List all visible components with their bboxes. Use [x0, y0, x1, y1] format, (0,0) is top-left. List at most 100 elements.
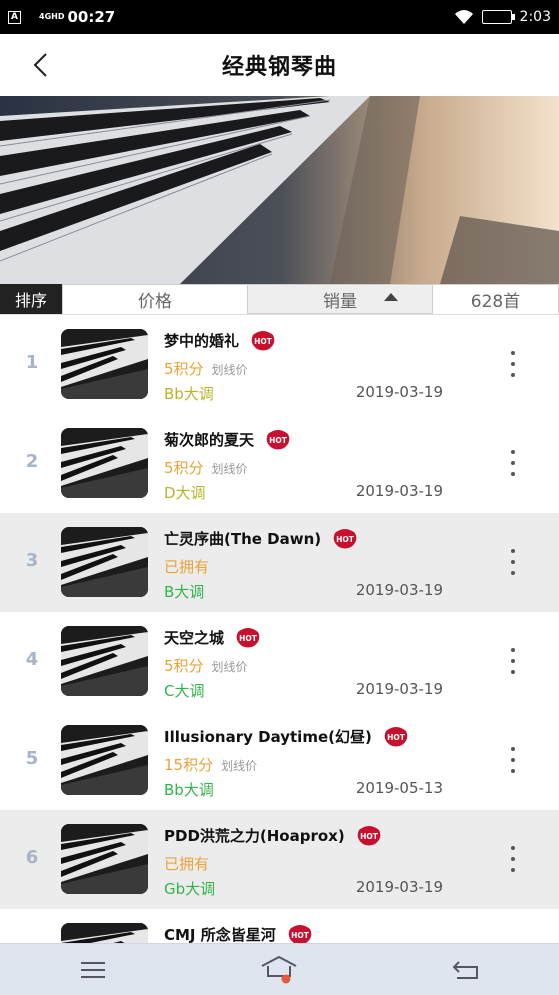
rank-number: 6: [25, 847, 39, 868]
nav-home-button[interactable]: [249, 950, 309, 990]
rank-number: 3: [25, 550, 39, 571]
song-title-row: 梦中的婚礼 HOT: [164, 329, 277, 351]
filter-bar: 排序 价格 销量 628首: [0, 284, 559, 315]
rank-number: 4: [25, 649, 39, 670]
song-title-row: 亡灵序曲(The Dawn) HOT: [164, 527, 359, 549]
bottom-nav-bar: [0, 943, 559, 995]
back-button[interactable]: [26, 50, 56, 80]
song-price: 5积分: [164, 459, 204, 477]
list-item[interactable]: 2 菊次郎的夏天 HOT 5积分 划线价 D大调 2019-03-19: [0, 414, 559, 513]
battery-icon: [481, 10, 515, 24]
sort-by-sales-button[interactable]: 销量: [247, 284, 433, 314]
price-row: 5积分 划线价: [164, 655, 248, 676]
price-row: 5积分 划线价: [164, 457, 248, 478]
menu-icon: [81, 961, 106, 978]
song-title-row: CMJ 所念皆星河 HOT: [164, 923, 314, 945]
more-options-button[interactable]: [505, 351, 521, 377]
song-date: 2019-03-19: [355, 383, 443, 401]
hot-text: HOT: [360, 832, 379, 841]
song-thumbnail: [61, 527, 148, 597]
song-title-row: 天空之城 HOT: [164, 626, 262, 648]
song-price: 5积分: [164, 657, 204, 675]
song-title: 天空之城: [164, 628, 225, 647]
song-key: Gb大调: [164, 880, 216, 898]
more-options-button[interactable]: [505, 450, 521, 476]
list-item[interactable]: 3 亡灵序曲(The Dawn) HOT 已拥有 B大调 2019-03-19: [0, 513, 559, 612]
wifi-icon: [454, 10, 473, 24]
price-row: 5积分 划线价: [164, 358, 248, 379]
song-price: 5积分: [164, 360, 204, 378]
song-price: 已拥有: [164, 855, 210, 873]
hot-text: HOT: [239, 634, 258, 643]
network-indicator: 4GHD: [39, 12, 65, 21]
hot-badge-icon: HOT: [286, 923, 314, 945]
song-thumbnail: [61, 626, 148, 696]
song-title: 菊次郎的夏天: [164, 430, 255, 449]
song-price: 15积分: [164, 756, 214, 774]
strike-price-label: 划线价: [211, 462, 248, 476]
status-time: 00:27: [67, 8, 116, 26]
list-item[interactable]: 1 梦中的婚礼 HOT 5积分 划线价 Bb大调 2019-03-19: [0, 315, 559, 414]
status-bar: A 4GHD 00:27 2:03: [0, 0, 559, 34]
list-item[interactable]: 6 PDD洪荒之力(Hoaprox) HOT 已拥有 Gb大调 2019-03-19: [0, 810, 559, 909]
home-icon: [262, 955, 297, 983]
hot-badge-icon: HOT: [331, 527, 359, 549]
sort-by-price-button[interactable]: 价格: [62, 284, 247, 314]
song-thumbnail: [61, 725, 148, 795]
nav-back-button[interactable]: [436, 950, 496, 990]
song-thumbnail: [61, 428, 148, 498]
list-item[interactable]: 4 天空之城 HOT 5积分 划线价 C大调 2019-03-19: [0, 612, 559, 711]
more-options-button[interactable]: [505, 846, 521, 872]
sort-by-sales-label: 销量: [323, 291, 357, 312]
song-key: D大调: [164, 484, 206, 502]
price-row: 15积分 划线价: [164, 754, 257, 775]
song-date: 2019-05-13: [355, 779, 443, 797]
song-title: 亡灵序曲(The Dawn): [164, 529, 322, 548]
song-title: Illusionary Daytime(幻昼): [164, 727, 372, 746]
more-options-button[interactable]: [505, 648, 521, 674]
hot-text: HOT: [254, 337, 273, 346]
top-header: 经典钢琴曲: [0, 34, 559, 96]
nav-menu-button[interactable]: [63, 950, 123, 990]
sort-ascending-icon: [384, 293, 398, 301]
strike-price-label: 划线价: [221, 759, 258, 773]
price-row: 已拥有: [164, 556, 209, 577]
hot-badge-icon: HOT: [264, 428, 292, 450]
rank-number: 1: [25, 352, 39, 373]
song-title-row: PDD洪荒之力(Hoaprox) HOT: [164, 824, 383, 846]
hot-badge-icon: HOT: [355, 824, 383, 846]
hot-text: HOT: [269, 436, 288, 445]
chevron-left-icon: [33, 53, 47, 77]
banner-image: [0, 96, 559, 284]
page-title: 经典钢琴曲: [221, 55, 337, 80]
song-count: 628首: [433, 284, 559, 314]
hot-text: HOT: [336, 535, 355, 544]
song-title: PDD洪荒之力(Hoaprox): [164, 826, 345, 845]
song-key: Bb大调: [164, 385, 214, 403]
battery-time: 2:03: [519, 9, 551, 25]
song-key: C大调: [164, 682, 205, 700]
strike-price-label: 划线价: [211, 660, 248, 674]
sort-label: 排序: [0, 284, 62, 314]
return-icon: [452, 960, 478, 979]
more-options-button[interactable]: [505, 549, 521, 575]
hot-text: HOT: [291, 931, 310, 940]
song-key: B大调: [164, 583, 205, 601]
song-key: Bb大调: [164, 781, 214, 799]
hot-badge-icon: HOT: [249, 329, 277, 351]
hot-text: HOT: [387, 733, 406, 742]
song-title-row: 菊次郎的夏天 HOT: [164, 428, 292, 450]
hot-badge-icon: HOT: [382, 725, 410, 747]
song-list: 1 梦中的婚礼 HOT 5积分 划线价 Bb大调 2019-03-19 2 菊次郎的夏天 HOT 5…: [0, 315, 559, 995]
song-date: 2019-03-19: [355, 482, 443, 500]
song-title: 梦中的婚礼: [164, 331, 240, 350]
app-notification-icon: A: [8, 10, 21, 24]
more-options-button[interactable]: [505, 747, 521, 773]
rank-number: 2: [25, 451, 39, 472]
hot-badge-icon: HOT: [234, 626, 262, 648]
song-date: 2019-03-19: [355, 581, 443, 599]
list-item[interactable]: 5 Illusionary Daytime(幻昼) HOT 15积分 划线价 Bb大调 20…: [0, 711, 559, 810]
song-price: 已拥有: [164, 558, 210, 576]
app-screen: A 4GHD 00:27 2:03 经典钢琴曲 排序 价格 销量 628首 1 …: [0, 0, 559, 995]
rank-number: 5: [25, 748, 39, 769]
